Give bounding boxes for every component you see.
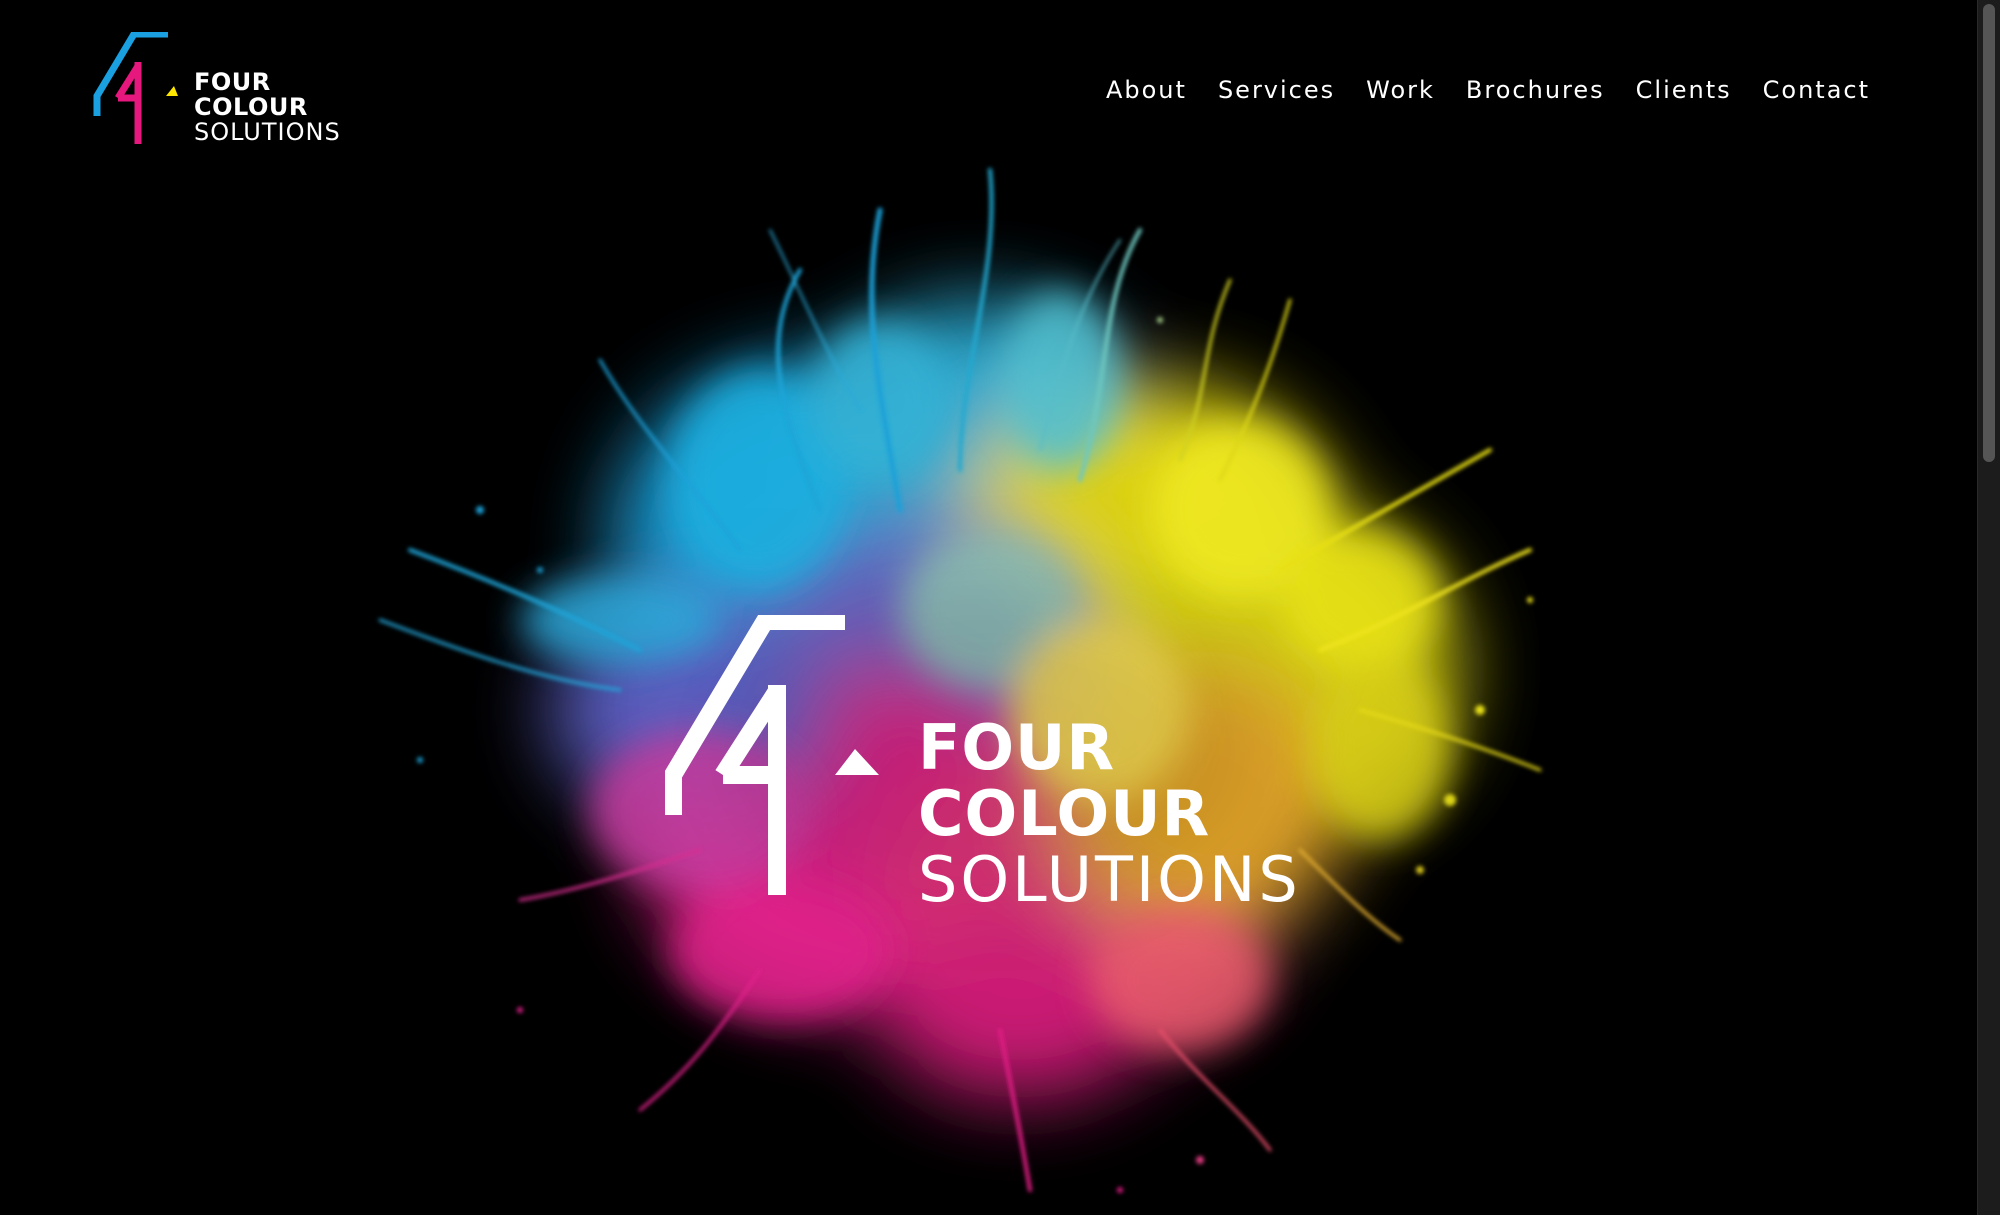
- logo-word-solutions: SOLUTIONS: [194, 118, 341, 146]
- hero-section: FOUR COLOUR SOLUTIONS: [0, 150, 1978, 1215]
- logo-wordmark: FOUR COLOUR SOLUTIONS: [194, 70, 341, 145]
- scrollbar-thumb[interactable]: [1983, 4, 1995, 462]
- hero-wordmark: FOUR COLOUR SOLUTIONS: [918, 715, 1301, 913]
- hero-logo: FOUR COLOUR SOLUTIONS: [665, 615, 1345, 915]
- four-logo-mark-icon: [93, 32, 178, 144]
- nav-link-brochures[interactable]: Brochures: [1466, 72, 1605, 108]
- page: FOUR COLOUR SOLUTIONS About Services Wor…: [0, 0, 2000, 1215]
- nav-link-work[interactable]: Work: [1366, 72, 1435, 108]
- logo-word-colour: COLOUR: [194, 93, 308, 121]
- nav-link-services[interactable]: Services: [1218, 72, 1335, 108]
- nav-link-contact[interactable]: Contact: [1763, 72, 1870, 108]
- vertical-scrollbar[interactable]: [1977, 0, 2000, 1215]
- logo-word-four: FOUR: [194, 68, 271, 96]
- hero-word-four: FOUR: [918, 711, 1116, 784]
- nav-link-clients[interactable]: Clients: [1636, 72, 1732, 108]
- nav-link-about[interactable]: About: [1106, 72, 1187, 108]
- main-nav: About Services Work Brochures Clients Co…: [1075, 72, 1870, 108]
- hero-word-solutions: SOLUTIONS: [918, 843, 1301, 916]
- four-logo-mark-icon: [665, 615, 879, 895]
- hero-word-colour: COLOUR: [918, 777, 1211, 850]
- site-logo[interactable]: FOUR COLOUR SOLUTIONS: [92, 32, 362, 152]
